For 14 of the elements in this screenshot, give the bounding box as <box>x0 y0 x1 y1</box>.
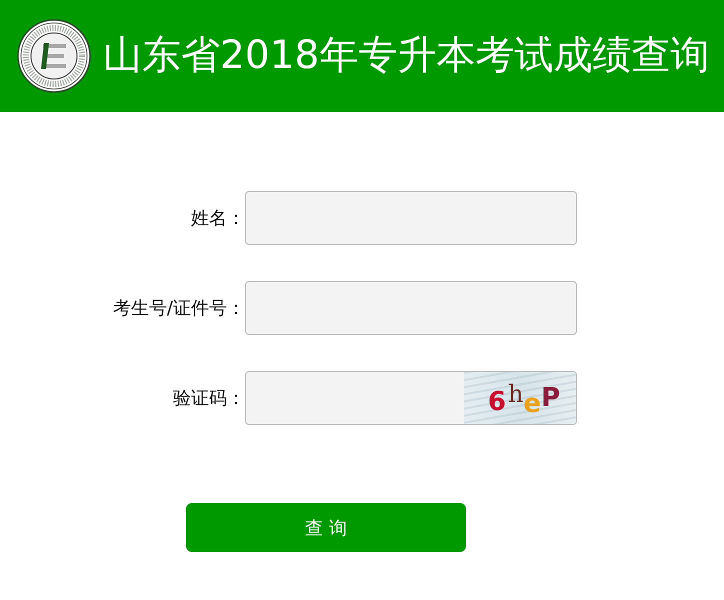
captcha-image[interactable]: 6heP <box>464 372 576 424</box>
logo-icon <box>17 19 91 93</box>
captcha-char: h <box>508 382 524 406</box>
field-label: 验证码： <box>173 387 245 410</box>
field-label: 考生号/证件号： <box>112 297 245 320</box>
captcha-char: e <box>523 391 542 417</box>
input-field[interactable] <box>245 281 577 335</box>
captcha-char: P <box>541 385 560 411</box>
input-field[interactable] <box>245 191 577 245</box>
query-button[interactable]: 查 询 <box>186 503 466 552</box>
field-label: 姓名： <box>191 207 245 230</box>
page-title: 山东省2018年专升本考试成绩查询 <box>103 32 710 80</box>
captcha-char: 6 <box>488 389 506 415</box>
captcha-field[interactable]: 6heP <box>245 371 577 425</box>
